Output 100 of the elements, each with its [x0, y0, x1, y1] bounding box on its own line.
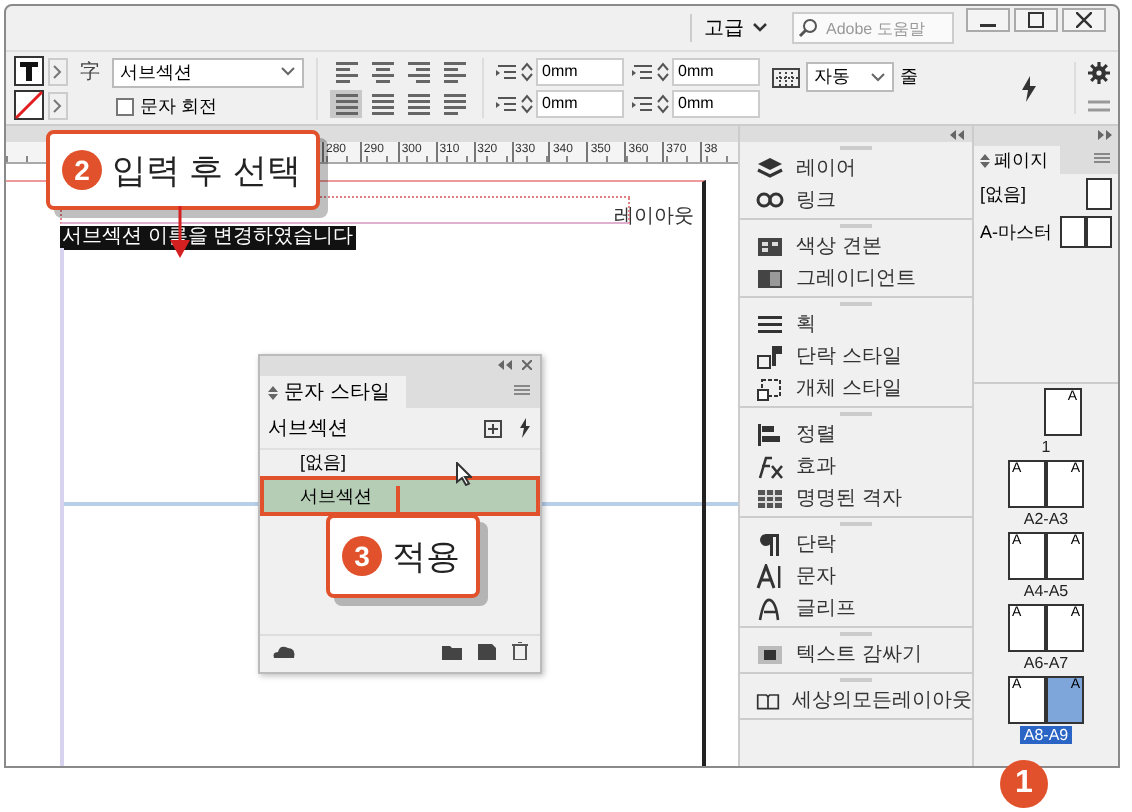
page-thumbnail — [1086, 216, 1112, 248]
panel-item[interactable]: 글리프 — [740, 592, 972, 624]
link-icon — [756, 187, 784, 213]
close-icon — [1076, 12, 1092, 28]
grid-icon — [772, 67, 800, 87]
gradient-icon — [756, 265, 784, 291]
align-button[interactable] — [438, 58, 470, 86]
lines-icon — [756, 311, 784, 337]
caret-icon — [752, 22, 768, 34]
updown-icon — [980, 153, 990, 167]
chevron-icon[interactable] — [48, 57, 68, 85]
page-label[interactable]: 1 — [1037, 438, 1055, 456]
step-number: 1 — [1000, 760, 1048, 808]
page-label[interactable]: A4-A5 — [1019, 582, 1073, 600]
style-list-item[interactable]: [없음] — [260, 450, 540, 476]
menu-icon[interactable] — [1094, 152, 1110, 164]
page-thumbnail — [1086, 178, 1112, 210]
align-button[interactable] — [366, 58, 398, 86]
new-style-icon[interactable] — [478, 642, 496, 660]
master-item[interactable]: A-마스터 — [980, 216, 1112, 248]
spacing-field[interactable]: 0mm — [536, 58, 624, 86]
glyph-icon — [756, 595, 784, 621]
folder-icon[interactable] — [442, 643, 462, 659]
spacing-field[interactable]: 0mm — [672, 58, 760, 86]
style-label: 字 — [80, 59, 100, 86]
align-button[interactable] — [366, 90, 398, 118]
pilcrow-icon — [756, 531, 784, 557]
workspace-switcher[interactable]: 고급 — [690, 14, 780, 42]
panel-item[interactable]: 효과 — [740, 450, 972, 482]
no-stroke-icon[interactable] — [14, 90, 44, 120]
spinner-icon[interactable] — [656, 92, 670, 116]
panel-item[interactable]: 그레이디언트 — [740, 262, 972, 294]
close-icon[interactable] — [522, 359, 532, 369]
page-label[interactable]: A6-A7 — [1019, 654, 1073, 672]
page-label[interactable]: A2-A3 — [1019, 510, 1073, 528]
spinner-icon[interactable] — [520, 60, 534, 84]
step-number: 3 — [342, 536, 382, 576]
effects-icon — [756, 453, 784, 479]
caret-icon — [280, 66, 296, 78]
panel-item[interactable]: 명명된 격자 — [740, 482, 972, 514]
lightning-icon[interactable] — [1020, 75, 1038, 101]
character-icon — [756, 563, 784, 589]
callout-text: 적용 — [392, 535, 460, 579]
panel-item[interactable]: 링크 — [740, 184, 972, 216]
panel-item[interactable]: 텍스트 감싸기 — [740, 638, 972, 670]
panel-item[interactable]: 색상 견본 — [740, 230, 972, 262]
panel-item[interactable]: 단락 스타일 — [740, 340, 972, 372]
grid-select[interactable]: 자동 — [806, 62, 894, 92]
spinner-icon[interactable] — [656, 60, 670, 84]
panel-item[interactable]: 개체 스타일 — [740, 372, 972, 404]
spacing-field[interactable]: 0mm — [672, 90, 760, 118]
maximize-button[interactable] — [1014, 8, 1058, 32]
align-button[interactable] — [438, 90, 470, 118]
object-icon — [756, 375, 784, 401]
search-field[interactable]: Adobe 도움말 — [792, 12, 954, 44]
align-button[interactable] — [402, 90, 434, 118]
unit-label: 줄 — [900, 64, 918, 90]
page-thumbnail — [1060, 216, 1086, 248]
spacing-field[interactable]: 0mm — [536, 90, 624, 118]
indent-icon — [632, 61, 654, 83]
page-label[interactable]: A8-A9 — [1019, 726, 1073, 744]
settings-icon[interactable] — [1088, 62, 1110, 84]
cloud-icon[interactable] — [272, 644, 296, 658]
indent-icon — [496, 61, 518, 83]
master-item[interactable]: [없음] — [980, 178, 1112, 210]
align-button[interactable] — [402, 58, 434, 86]
align-button[interactable] — [330, 58, 362, 86]
panel-tab[interactable]: 문자 스타일 — [260, 376, 406, 408]
rotate-checkbox[interactable]: 문자 회전 — [116, 93, 304, 119]
spinner-icon[interactable] — [520, 92, 534, 116]
caret-icon — [870, 71, 886, 83]
step-number: 2 — [62, 150, 102, 190]
pages-tab[interactable]: 페이지 — [974, 146, 1060, 174]
text-format-icon[interactable] — [14, 56, 44, 86]
panel-item[interactable]: 세상의모든레이아웃 — [740, 684, 972, 716]
close-button[interactable] — [1062, 8, 1106, 32]
layers-icon — [756, 155, 784, 181]
panel-item[interactable]: 단락 — [740, 528, 972, 560]
align-button[interactable] — [330, 90, 362, 118]
panel-item[interactable]: 정렬 — [740, 418, 972, 450]
text-wrap-icon — [756, 641, 784, 667]
updown-icon — [268, 385, 278, 399]
panel-item[interactable]: 문자 — [740, 560, 972, 592]
frame-text: 레이아웃 — [614, 204, 694, 230]
grid-icon — [756, 485, 784, 511]
character-style-select[interactable]: 서브섹션 — [112, 57, 304, 87]
current-style: 서브섹션 — [268, 416, 348, 442]
pointer-icon — [456, 462, 472, 486]
menu-icon[interactable] — [514, 384, 530, 396]
add-icon[interactable] — [484, 419, 502, 437]
minimize-button[interactable] — [966, 8, 1010, 32]
indent-icon — [496, 93, 518, 115]
style-list-item[interactable]: 서브섹션 — [260, 476, 540, 516]
callout-text: 입력 후 선택 — [112, 149, 301, 193]
panel-item[interactable]: 레이어 — [740, 152, 972, 184]
lightning-icon[interactable] — [518, 418, 532, 438]
delete-icon[interactable] — [512, 642, 528, 660]
search-icon — [798, 18, 822, 38]
chevron-icon[interactable] — [48, 91, 68, 119]
panel-item[interactable]: 획 — [740, 308, 972, 340]
